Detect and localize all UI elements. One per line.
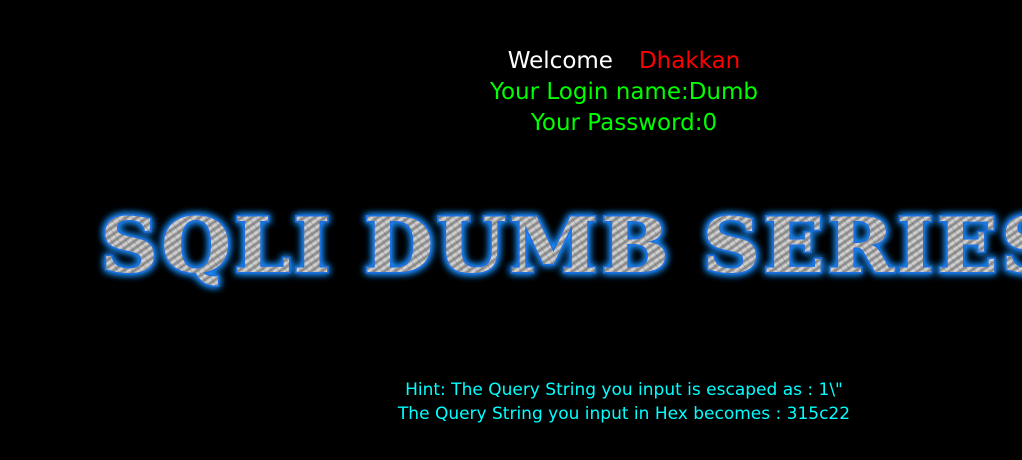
hint-block: Hint: The Query String you input is esca… — [0, 378, 1022, 426]
banner-graphic: SQLI DUMB SERIES- — [99, 200, 1022, 292]
user-name: Dhakkan — [638, 48, 741, 74]
password-line: Your Password:0 — [530, 110, 718, 136]
sqli-banner-logo: SQLI DUMB SERIES- — [96, 198, 1022, 298]
welcome-label: Welcome — [507, 48, 613, 74]
welcome-line: Welcome Dhakkan — [0, 46, 1022, 77]
banner-text: SQLI DUMB SERIES- — [100, 201, 1022, 290]
hint-hex-line: The Query String you input in Hex become… — [397, 404, 851, 424]
welcome-block: Welcome Dhakkan Your Login name:Dumb Your… — [0, 46, 1022, 139]
login-name-line: Your Login name:Dumb — [489, 79, 759, 105]
hint-escaped-line: Hint: The Query String you input is esca… — [405, 380, 843, 400]
